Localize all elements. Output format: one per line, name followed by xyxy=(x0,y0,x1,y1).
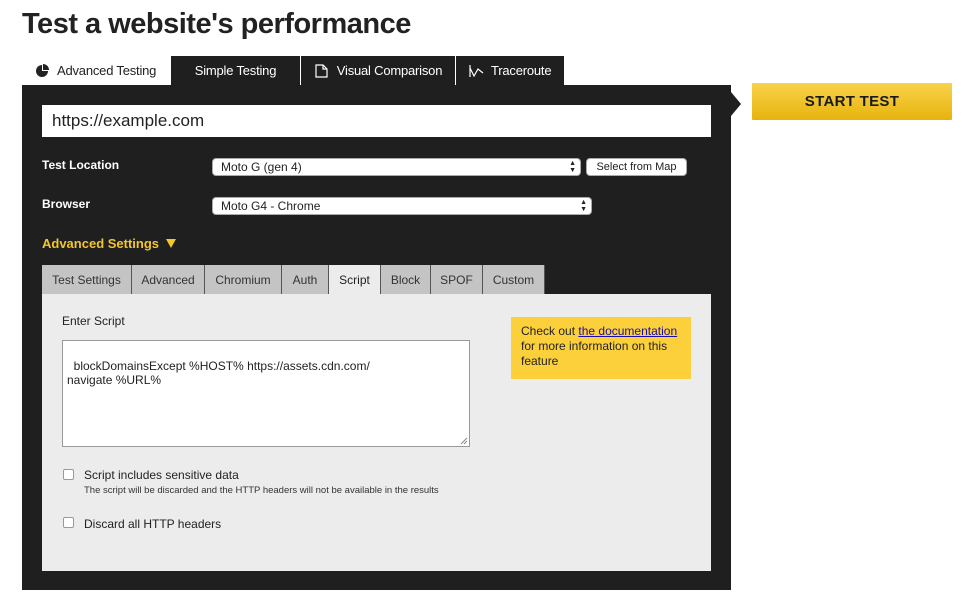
tab-label: Visual Comparison xyxy=(336,63,443,78)
subtab-custom[interactable]: Custom xyxy=(483,265,545,294)
tab-label: Traceroute xyxy=(491,63,552,78)
start-test-button[interactable]: START TEST xyxy=(752,83,952,120)
test-type-tabs: Advanced Testing Simple Testing Visual C… xyxy=(22,56,565,85)
tab-advanced-testing[interactable]: Advanced Testing xyxy=(22,56,171,85)
traceroute-icon xyxy=(468,63,484,79)
test-location-label: Test Location xyxy=(42,158,120,172)
subtab-block[interactable]: Block xyxy=(381,265,431,294)
documentation-notice: Check out the documentation for more inf… xyxy=(511,317,691,379)
browser-select[interactable]: Moto G4 - Chrome ▲ ▼ xyxy=(212,197,592,215)
tab-traceroute[interactable]: Traceroute xyxy=(456,56,565,85)
sensitive-data-checkbox[interactable] xyxy=(63,469,74,480)
advanced-settings-toggle[interactable]: Advanced Settings xyxy=(42,236,177,251)
advanced-testing-icon xyxy=(34,63,50,79)
tab-label: Advanced Testing xyxy=(57,63,157,78)
subtab-advanced[interactable]: Advanced xyxy=(132,265,205,294)
url-input[interactable] xyxy=(42,105,711,137)
tab-simple-testing[interactable]: Simple Testing xyxy=(171,56,301,85)
sensitive-data-label: Script includes sensitive data xyxy=(84,468,239,482)
select-from-map-button[interactable]: Select from Map xyxy=(586,158,687,176)
tab-visual-comparison[interactable]: Visual Comparison xyxy=(301,56,456,85)
discard-headers-checkbox[interactable] xyxy=(63,517,74,528)
discard-headers-label: Discard all HTTP headers xyxy=(84,517,222,531)
subtab-script[interactable]: Script xyxy=(329,265,381,294)
test-location-value: Moto G (gen 4) xyxy=(221,160,302,174)
test-location-select[interactable]: Moto G (gen 4) ▲ ▼ xyxy=(212,158,581,176)
tab-label: Simple Testing xyxy=(194,63,277,78)
subtab-test-settings[interactable]: Test Settings xyxy=(42,265,132,294)
script-text: blockDomainsExcept %HOST% https://assets… xyxy=(67,359,370,387)
advanced-settings-label: Advanced Settings xyxy=(42,236,160,251)
subtab-auth[interactable]: Auth xyxy=(282,265,329,294)
notice-prefix: Check out xyxy=(521,324,579,338)
subtab-chromium[interactable]: Chromium xyxy=(205,265,282,294)
sensitive-data-note: The script will be discarded and the HTT… xyxy=(84,485,439,496)
subtab-spof[interactable]: SPOF xyxy=(431,265,483,294)
browser-label: Browser xyxy=(42,197,91,211)
panel-pointer xyxy=(731,92,741,116)
resize-handle-icon[interactable] xyxy=(460,437,468,445)
enter-script-label: Enter Script xyxy=(62,314,125,328)
document-icon xyxy=(314,63,330,79)
select-arrows-icon: ▲ ▼ xyxy=(580,199,587,213)
select-arrows-icon: ▲ ▼ xyxy=(569,160,576,174)
page-title: Test a website's performance xyxy=(22,8,411,40)
triangle-down-icon xyxy=(166,239,177,248)
browser-value: Moto G4 - Chrome xyxy=(221,199,321,213)
script-textarea[interactable]: blockDomainsExcept %HOST% https://assets… xyxy=(62,340,470,447)
notice-suffix: for more information on this feature xyxy=(521,339,668,368)
documentation-link[interactable]: the documentation xyxy=(578,324,677,338)
settings-tabs: Test Settings Advanced Chromium Auth Scr… xyxy=(42,265,545,294)
